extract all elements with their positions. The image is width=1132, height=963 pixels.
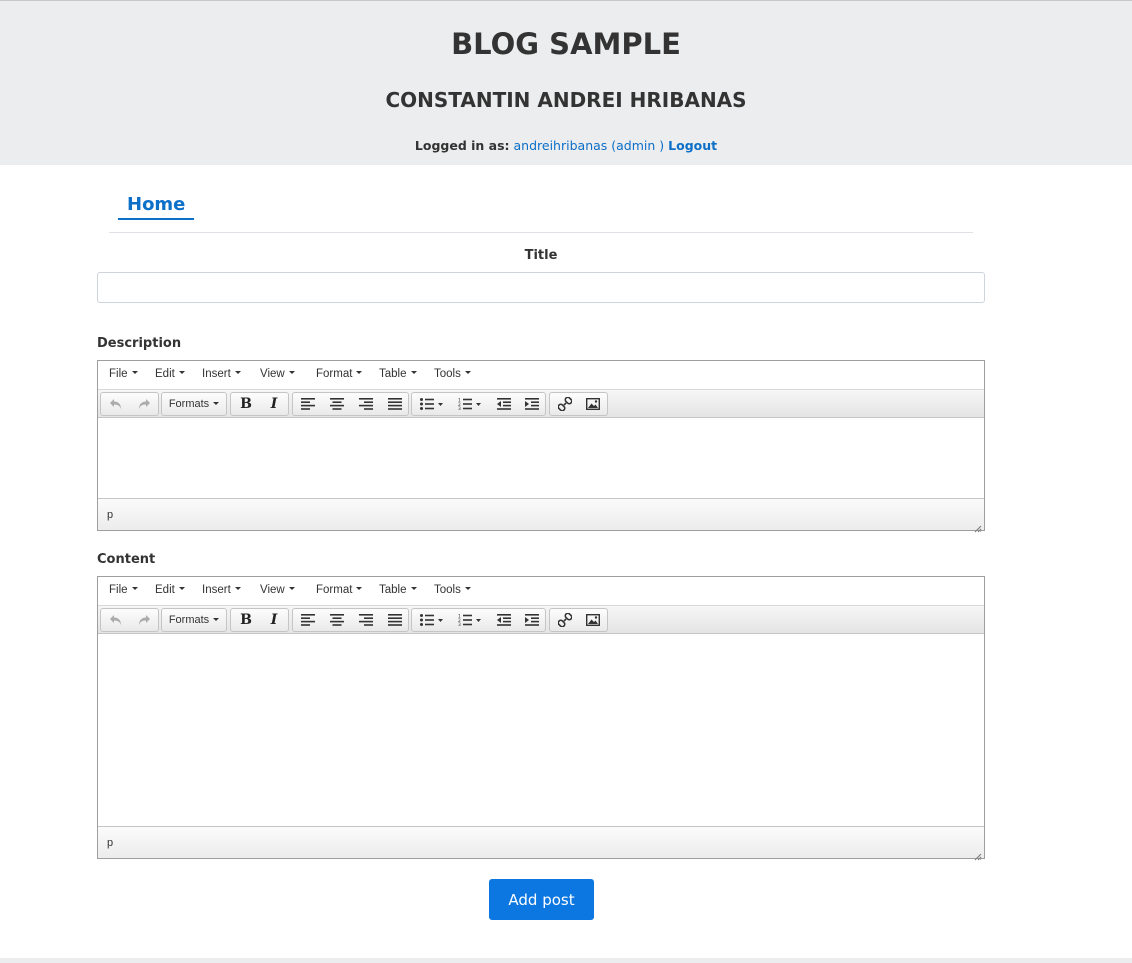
author-name: CONSTANTIN ANDREI HRIBANAS — [385, 88, 747, 112]
nav-bar: Home — [109, 186, 973, 233]
bullet-list-icon[interactable] — [414, 393, 450, 415]
resize-handle-icon[interactable] — [974, 520, 982, 533]
menu-view[interactable]: View — [260, 368, 295, 380]
menu-format[interactable]: Format — [316, 368, 363, 380]
align-center-icon[interactable] — [323, 609, 351, 631]
menu-edit[interactable]: Edit — [155, 368, 185, 380]
undo-icon[interactable] — [102, 393, 130, 415]
align-group — [292, 608, 409, 632]
redo-icon[interactable] — [130, 609, 158, 631]
insert-group — [549, 608, 608, 632]
svg-text:3: 3 — [458, 406, 461, 410]
history-group — [100, 392, 159, 416]
title-input[interactable] — [97, 272, 985, 303]
resize-handle-icon[interactable] — [974, 848, 982, 861]
list-group: 123 — [411, 392, 546, 416]
align-justify-icon[interactable] — [381, 609, 409, 631]
indent-icon[interactable] — [518, 609, 546, 631]
indent-icon[interactable] — [518, 393, 546, 415]
add-post-button[interactable]: Add post — [489, 879, 594, 920]
undo-icon[interactable] — [102, 609, 130, 631]
current-user: andreihribanas (admin ) — [513, 138, 665, 153]
menu-file[interactable]: File — [109, 368, 138, 380]
redo-icon[interactable] — [130, 393, 158, 415]
align-group — [292, 392, 409, 416]
logout-link[interactable]: Logout — [668, 138, 717, 153]
page-header: BLOG SAMPLE CONSTANTIN ANDREI HRIBANAS L… — [0, 0, 1132, 165]
content-label: Content — [97, 552, 156, 567]
menu-format[interactable]: Format — [316, 584, 363, 596]
formats-group: Formats — [161, 392, 227, 416]
bold-icon[interactable]: B — [232, 609, 260, 631]
align-justify-icon[interactable] — [381, 393, 409, 415]
menu-tools[interactable]: Tools — [434, 368, 471, 380]
svg-text:3: 3 — [458, 622, 461, 626]
menu-insert[interactable]: Insert — [202, 584, 241, 596]
menu-tools[interactable]: Tools — [434, 584, 471, 596]
menu-file[interactable]: File — [109, 584, 138, 596]
bold-icon[interactable]: B — [232, 393, 260, 415]
description-edit-area[interactable] — [98, 418, 984, 499]
menu-edit[interactable]: Edit — [155, 584, 185, 596]
menu-view[interactable]: View — [260, 584, 295, 596]
align-left-icon[interactable] — [294, 393, 322, 415]
align-center-icon[interactable] — [323, 393, 351, 415]
description-editor: File Edit Insert View Format Table Tools… — [97, 360, 985, 533]
insert-group — [549, 392, 608, 416]
title-label: Title — [524, 248, 558, 263]
footer-divider — [0, 958, 1132, 963]
italic-icon[interactable]: I — [260, 393, 288, 415]
image-icon[interactable] — [579, 609, 607, 631]
nav-home-link[interactable]: Home — [118, 194, 195, 220]
menu-table[interactable]: Table — [379, 368, 417, 380]
element-path[interactable]: p — [107, 837, 113, 849]
content-edit-area[interactable] — [98, 634, 984, 827]
site-title: BLOG SAMPLE — [451, 27, 681, 61]
formats-group: Formats — [161, 608, 227, 632]
style-group: B I — [230, 392, 289, 416]
align-right-icon[interactable] — [352, 609, 380, 631]
list-group: 123 — [411, 608, 546, 632]
editor-toolbar: Formats B I 123 — [98, 606, 984, 634]
editor-toolbar: Formats B I 123 — [98, 390, 984, 418]
outdent-icon[interactable] — [490, 609, 518, 631]
editor-menubar: File Edit Insert View Format Table Tools — [98, 361, 984, 390]
link-icon[interactable] — [551, 609, 579, 631]
menu-table[interactable]: Table — [379, 584, 417, 596]
menu-insert[interactable]: Insert — [202, 368, 241, 380]
image-icon[interactable] — [579, 393, 607, 415]
formats-dropdown[interactable]: Formats — [162, 609, 226, 631]
login-status: Logged in as: andreihribanas (admin ) Lo… — [0, 138, 1132, 153]
align-left-icon[interactable] — [294, 609, 322, 631]
align-right-icon[interactable] — [352, 393, 380, 415]
content-editor: File Edit Insert View Format Table Tools… — [97, 576, 985, 861]
history-group — [100, 608, 159, 632]
editor-statusbar: p — [98, 827, 984, 861]
numbered-list-icon[interactable]: 123 — [452, 609, 488, 631]
description-label: Description — [97, 336, 182, 351]
editor-menubar: File Edit Insert View Format Table Tools — [98, 577, 984, 606]
bullet-list-icon[interactable] — [414, 609, 450, 631]
editor-statusbar: p — [98, 499, 984, 533]
outdent-icon[interactable] — [490, 393, 518, 415]
formats-dropdown[interactable]: Formats — [162, 393, 226, 415]
link-icon[interactable] — [551, 393, 579, 415]
logged-in-label: Logged in as: — [414, 138, 510, 153]
italic-icon[interactable]: I — [260, 609, 288, 631]
element-path[interactable]: p — [107, 509, 113, 521]
numbered-list-icon[interactable]: 123 — [452, 393, 488, 415]
style-group: B I — [230, 608, 289, 632]
